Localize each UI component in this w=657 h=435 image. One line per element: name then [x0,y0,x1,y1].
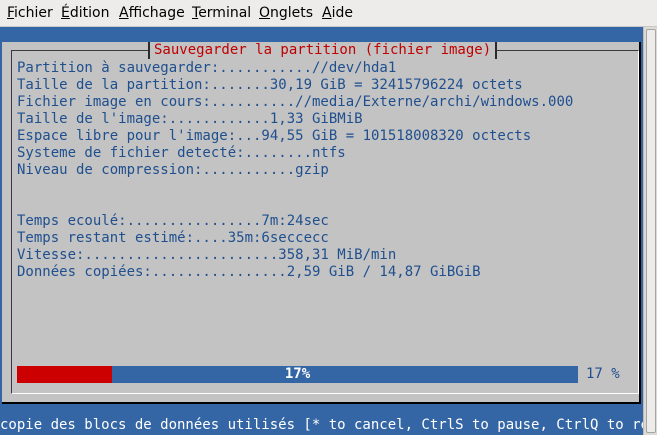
menu-label: ide [331,5,353,21]
menu-mnemonic: A [119,5,129,21]
info-speed: Vitesse:.......................358,31 Mi… [17,247,397,263]
info-image-size: Taille de l'image:............1,33 GiBMi… [17,111,363,127]
progress-label: 17% [284,366,311,382]
menu-mnemonic: F [7,5,15,21]
info-copied: Données copiées:................2,59 GiB… [17,264,481,280]
dialog-title: Sauvegarder la partition (fichier image) [148,42,498,59]
info-compression: Niveau de compression:...........gzip [17,162,329,178]
info-partition-size: Taille de la partition:.......30,19 GiB … [17,77,523,93]
info-image-file: Fichier image en cours:..........//media… [17,94,574,110]
menu-affichage[interactable]: Affichage [119,4,185,22]
menu-label: dition [69,5,110,21]
menu-label: ffichage [128,5,185,21]
info-partition: Partition à sauvegarder:...........//dev… [17,60,397,76]
scrollbar-thumb[interactable] [646,29,656,433]
menu-mnemonic: É [61,5,70,21]
info-filesystem: Systeme de fichier detecté:........ntfs [17,145,346,161]
menu-mnemonic: O [259,5,271,21]
menu-label: erminal [198,5,252,21]
status-line: copie des blocs de données utilisés [* t… [0,417,643,433]
menu-edition[interactable]: Édition [61,4,109,22]
menu-label: ichier [14,5,53,21]
menu-fichier[interactable]: Fichier [7,4,53,22]
menu-onglets[interactable]: Onglets [259,4,313,22]
vertical-scrollbar[interactable] [643,27,657,435]
progress-percent: 17 % [586,366,620,382]
info-free-space: Espace libre pour l'image:...94,55 GiB =… [17,128,532,144]
menu-terminal[interactable]: Terminal [192,4,251,22]
menu-label: nglets [270,5,314,21]
backup-dialog: Sauvegarder la partition (fichier image)… [2,42,641,404]
info-elapsed: Temps ecoulé:................7m:24sec [17,213,329,229]
menu-bar: Fichier Édition Affichage Terminal Ongle… [0,0,657,27]
menu-aide[interactable]: Aide [322,4,353,22]
progress-bar: 17% [17,366,578,383]
menu-mnemonic: A [322,5,332,21]
info-remaining: Temps restant estimé:....35m:6seccecc [17,230,329,246]
